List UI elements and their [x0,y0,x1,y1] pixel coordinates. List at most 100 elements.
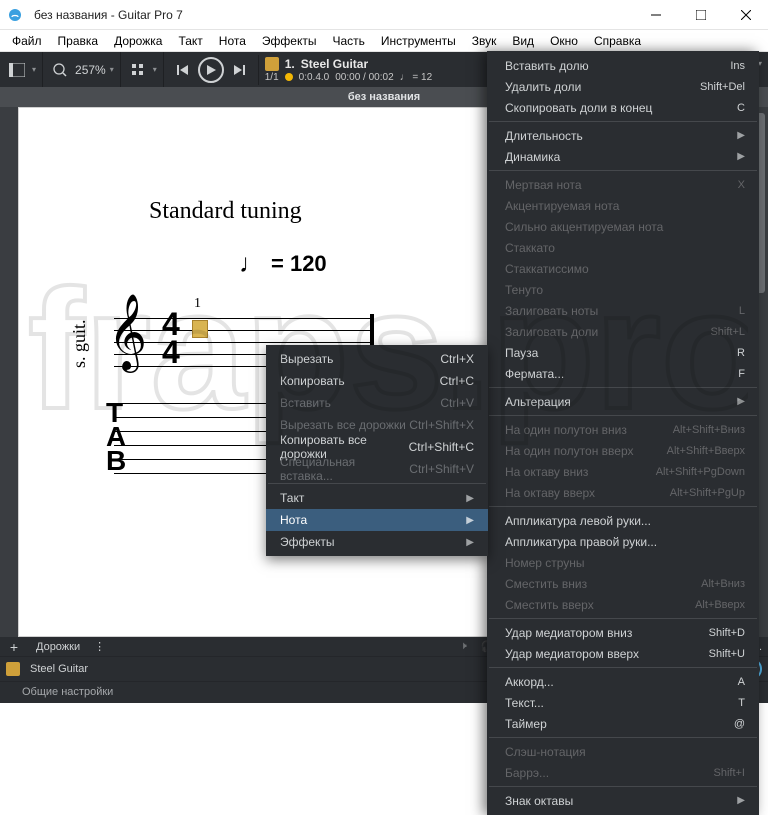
tempo-mark: ♩ = 120 [239,248,327,279]
submenu-item[interactable]: Аккорд...A [487,671,759,692]
time-counter: 00:00 / 00:02 [335,72,393,83]
edit-cursor[interactable] [192,320,208,338]
ctx-bar[interactable]: Такт▶ [266,487,488,509]
submenu-separator [489,387,757,388]
prev-button[interactable] [172,59,194,81]
quarter-note-icon: ♩ [239,248,265,279]
submenu-item: Сильно акцентируемая нота [487,216,759,237]
mute-icon[interactable]: 🕨 [460,640,467,653]
submenu-item[interactable]: Вставить долюIns [487,55,759,76]
menu-edit[interactable]: Правка [50,30,107,52]
menu-sound[interactable]: Звук [464,30,505,52]
track-number: 1. [285,57,295,71]
menu-bar[interactable]: Такт [170,30,210,52]
submenu-separator [489,786,757,787]
submenu-item: Залиговать нотыL [487,300,759,321]
tempo-value: = 120 [271,251,327,277]
menu-note[interactable]: Нота [211,30,254,52]
submenu-item[interactable]: Аппликатура правой руки... [487,531,759,552]
submenu-item[interactable]: Фермата...F [487,363,759,384]
submenu-item: Залиговать долиShift+L [487,321,759,342]
submenu-separator [489,667,757,668]
ctx-cut[interactable]: ВырезатьCtrl+X [266,348,488,370]
menu-tools[interactable]: Инструменты [373,30,464,52]
submenu-item[interactable]: Знак октавы▶ [487,790,759,811]
minimize-button[interactable] [633,0,678,30]
zoom-caret-icon[interactable]: ▾ [110,65,114,74]
tempo-readout: ♩ = 12 [400,72,433,83]
submenu-item: Стаккато [487,237,759,258]
submenu-item: Стаккатиссимо [487,258,759,279]
bar-number: 1 [194,296,201,312]
ctx-effects[interactable]: Эффекты▶ [266,531,488,553]
submenu-item[interactable]: ПаузаR [487,342,759,363]
submenu-item[interactable]: Текст...T [487,692,759,713]
submenu-item: Акцентируемая нота [487,195,759,216]
submenu-item[interactable]: Аппликатура левой руки... [487,510,759,531]
instrument-label: s. guit. [69,319,90,368]
menu-view[interactable]: Вид [504,30,542,52]
time-signature: 4 4 [162,310,180,366]
menu-effects[interactable]: Эффекты [254,30,325,52]
ctx-paste: ВставитьCtrl+V [266,392,488,414]
menu-window[interactable]: Окно [542,30,586,52]
ctx-copy[interactable]: КопироватьCtrl+C [266,370,488,392]
treble-clef-icon: 𝄞 [108,300,147,366]
submenu-item: Номер струны [487,552,759,573]
submenu-item[interactable]: Динамика▶ [487,146,759,167]
submenu-item[interactable]: Удар медиатором вверхShift+U [487,643,759,664]
layout-icon[interactable] [6,59,28,81]
close-button[interactable] [723,0,768,30]
bar-fraction: 1/1 [265,72,279,83]
submenu-item[interactable]: Удалить долиShift+Del [487,76,759,97]
submenu-item[interactable]: Удар медиатором внизShift+D [487,622,759,643]
play-button[interactable] [198,57,224,83]
zoom-icon[interactable] [49,59,71,81]
header-menu-icon[interactable]: ⋮ [94,640,105,653]
window-title: без названия - Guitar Pro 7 [30,8,633,22]
record-indicator-icon [285,73,293,81]
context-menu: ВырезатьCtrl+X КопироватьCtrl+C Вставить… [266,345,488,556]
menu-file[interactable]: Файл [4,30,50,52]
track-name[interactable]: Steel Guitar [301,57,368,71]
row-instrument-icon [6,662,20,676]
submenu-item: Слэш-нотация [487,741,759,762]
menu-section[interactable]: Часть [324,30,372,52]
submenu-item[interactable]: Таймер@ [487,713,759,734]
ctx-separator [268,483,486,484]
submenu-item[interactable]: Альтерация▶ [487,391,759,412]
submenu-item: На один полутон вверхAlt+Shift+Вверх [487,440,759,461]
ctx-note[interactable]: Нота▶ [266,509,488,531]
position: 0:0.4.0 [299,72,330,83]
timesig-bot: 4 [162,338,180,366]
menu-help[interactable]: Справка [586,30,649,52]
submenu-separator [489,737,757,738]
submenu-item[interactable]: Скопировать доли в конецC [487,97,759,118]
tab-label: T A B [106,401,126,473]
submenu-item[interactable]: Длительность▶ [487,125,759,146]
grid-caret-icon[interactable]: ▾ [153,65,157,74]
main-menubar: Файл Правка Дорожка Такт Нота Эффекты Ча… [0,30,768,52]
tuning-label: Standard tuning [149,198,302,225]
submenu-item: Баррэ...Shift+I [487,762,759,783]
submenu-item: На один полутон внизAlt+Shift+Вниз [487,419,759,440]
maximize-button[interactable] [678,0,723,30]
submenu-item: Сместить внизAlt+Вниз [487,573,759,594]
row-track-name[interactable]: Steel Guitar [30,663,88,675]
submenu-item: На октаву вверхAlt+Shift+PgUp [487,482,759,503]
header-tracks: Дорожки [36,641,80,653]
zoom-value[interactable]: 257% [75,63,106,77]
add-track-button[interactable]: + [6,639,22,655]
grid-icon[interactable] [127,59,149,81]
next-button[interactable] [228,59,250,81]
submenu-item: Сместить вверхAlt+Вверх [487,594,759,615]
left-gutter [0,107,18,637]
layout-caret-icon[interactable]: ▾ [32,65,36,74]
note-submenu: Вставить долюInsУдалить долиShift+DelСко… [487,51,759,815]
submenu-separator [489,170,757,171]
submenu-item: Мертвая нотаX [487,174,759,195]
submenu-separator [489,506,757,507]
menu-track[interactable]: Дорожка [106,30,170,52]
ctx-paste-special: Специальная вставка...Ctrl+Shift+V [266,458,488,480]
submenu-item: На октаву внизAlt+Shift+PgDown [487,461,759,482]
